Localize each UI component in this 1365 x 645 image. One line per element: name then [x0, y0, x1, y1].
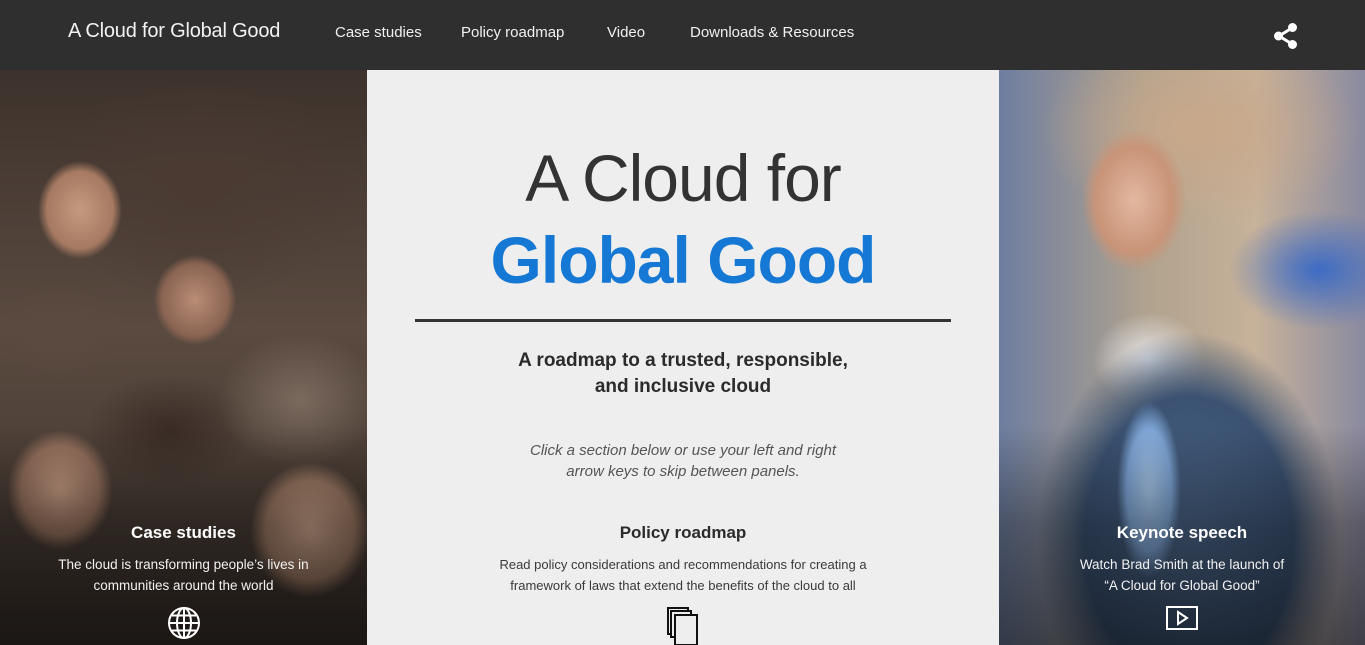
- panel-keynote-speech[interactable]: Keynote speech Watch Brad Smith at the l…: [999, 70, 1365, 645]
- panel-policy-roadmap[interactable]: A Cloud for Global Good A roadmap to a t…: [367, 70, 999, 645]
- play-icon[interactable]: [1166, 606, 1198, 634]
- desc-line: Read policy considerations and recommend…: [499, 557, 867, 572]
- documents-icon[interactable]: [666, 606, 700, 645]
- subtitle-line: A roadmap to a trusted, responsible,: [518, 350, 848, 371]
- hero-title-line2: Global Good: [490, 223, 877, 297]
- case-studies-title: Case studies: [131, 523, 236, 542]
- case-studies-card[interactable]: Case studies The cloud is transforming p…: [0, 520, 367, 644]
- case-studies-description: The cloud is transforming people’s lives…: [0, 554, 367, 596]
- panel-case-studies[interactable]: Case studies The cloud is transforming p…: [0, 70, 367, 645]
- desc-line: Watch Brad Smith at the launch of: [1079, 557, 1285, 572]
- nav-policy-roadmap[interactable]: Policy roadmap: [461, 24, 564, 41]
- nav-case-studies[interactable]: Case studies: [335, 24, 422, 41]
- policy-roadmap-card[interactable]: Policy roadmap Read policy consideration…: [367, 520, 999, 645]
- hero-title-line1: A Cloud for: [525, 141, 842, 215]
- navigation-hint: Click a section below or use your left a…: [367, 440, 999, 482]
- keynote-description: Watch Brad Smith at the launch of “A Clo…: [999, 554, 1365, 596]
- subtitle-line: and inclusive cloud: [594, 376, 772, 397]
- nav-video[interactable]: Video: [607, 24, 645, 41]
- share-button[interactable]: [1270, 20, 1302, 52]
- share-icon: [1274, 23, 1297, 49]
- nav-downloads-resources[interactable]: Downloads & Resources: [690, 24, 854, 41]
- desc-line: The cloud is transforming people’s lives…: [58, 557, 309, 572]
- hint-line: Click a section below or use your left a…: [530, 442, 836, 459]
- keynote-card[interactable]: Keynote speech Watch Brad Smith at the l…: [999, 520, 1365, 634]
- globe-icon[interactable]: [167, 606, 201, 644]
- hero-divider: [415, 319, 951, 322]
- keynote-title: Keynote speech: [1116, 523, 1248, 542]
- desc-line: “A Cloud for Global Good”: [1104, 578, 1260, 593]
- top-nav-bar: A Cloud for Global Good Case studies Pol…: [0, 0, 1365, 70]
- policy-roadmap-title: Policy roadmap: [619, 523, 747, 542]
- desc-line: communities around the world: [93, 578, 274, 593]
- policy-roadmap-description: Read policy considerations and recommend…: [367, 554, 999, 596]
- desc-line: framework of laws that extend the benefi…: [510, 578, 856, 593]
- site-brand-link[interactable]: A Cloud for Global Good: [68, 20, 280, 43]
- hero-subtitle: A roadmap to a trusted, responsible, and…: [367, 348, 999, 400]
- hint-line: arrow keys to skip between panels.: [566, 463, 800, 480]
